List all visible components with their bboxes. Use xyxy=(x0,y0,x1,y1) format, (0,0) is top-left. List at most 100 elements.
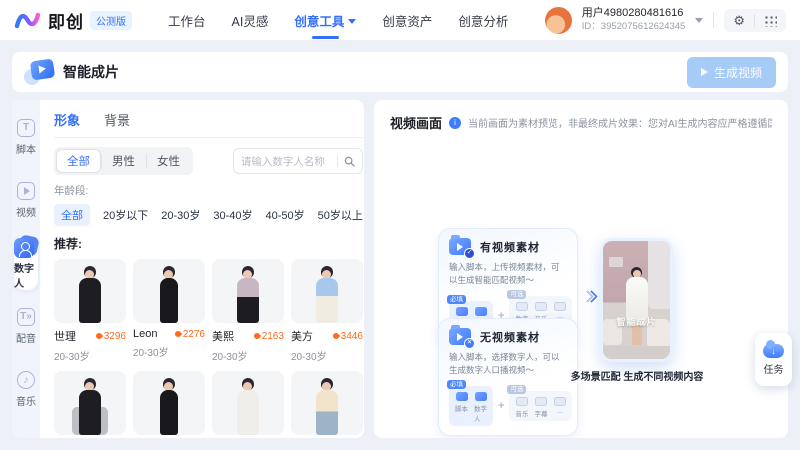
avatar-age: 20-30岁 xyxy=(291,348,363,363)
avatar-card[interactable]: 宁烟2903 20-30岁 xyxy=(291,371,363,438)
digital-human-panel: 形象 背景 全部 男性 女性 请输入数字人名称 年龄段: xyxy=(40,100,364,438)
music-icon: ♪ xyxy=(17,371,35,389)
tab-appearance[interactable]: 形象 xyxy=(54,110,80,129)
sidebar-item-voiceover[interactable]: T» 配音 xyxy=(12,299,40,353)
user-info[interactable]: 用户4980280481616 ID：3952075612624345 xyxy=(582,7,686,33)
beta-badge: 公测版 xyxy=(90,11,132,30)
age-all[interactable]: 全部 xyxy=(54,204,90,226)
without-video-desc: 输入脚本，选择数字人，可以生成数字人口播视频～ xyxy=(449,351,567,377)
script-mini-icon: 脚本 xyxy=(455,392,468,423)
avatar-image xyxy=(291,259,363,323)
optional-tag: 可选 xyxy=(507,385,526,395)
avatar-name: Leon xyxy=(133,328,157,340)
avatar-image xyxy=(212,371,284,435)
page-title: 智能成片 xyxy=(63,62,119,82)
video-folder-icon xyxy=(449,328,471,345)
smart-video-icon xyxy=(24,58,54,86)
video-preview-phone: 智能成片 xyxy=(600,238,673,362)
sidebar-item-video[interactable]: 视频 xyxy=(12,173,40,227)
age-20-30[interactable]: 20-30岁 xyxy=(161,207,200,223)
tab-background[interactable]: 背景 xyxy=(104,110,130,129)
utility-buttons: ⚙ xyxy=(724,9,786,32)
avatar-card[interactable]: 美蔓4475 20-30岁 xyxy=(212,371,284,438)
avatar-card[interactable]: 美方 3446 20-30岁 xyxy=(291,259,363,363)
gender-all[interactable]: 全部 xyxy=(56,149,101,173)
plus-icon: + xyxy=(498,400,504,412)
avatar-hot-count: 3446 xyxy=(333,331,363,342)
without-video-inputs: 必填 脚本 数字人 + 可选 音乐 字幕 … xyxy=(449,386,567,426)
sidebar-item-script[interactable]: T 脚本 xyxy=(12,110,40,164)
with-video-desc: 输入脚本，上传视频素材，可以生成智能匹配视频～ xyxy=(449,261,567,287)
apps-grid-icon[interactable] xyxy=(764,14,777,27)
avatar-age: 20-30岁 xyxy=(54,348,126,363)
flame-icon xyxy=(331,332,339,340)
nav-item-creative-assets[interactable]: 创意资产 xyxy=(382,0,432,42)
info-icon[interactable]: i xyxy=(449,117,461,129)
user-avatar[interactable] xyxy=(545,7,572,34)
avatar-hot-count: 2163 xyxy=(254,331,284,342)
cross-badge-icon xyxy=(464,338,475,349)
video-icon xyxy=(17,182,35,200)
compliance-notice: 当前画面为素材预览，非最终成片效果：您对AI生成内容应严格遵循国家相关法律法规的… xyxy=(468,115,772,130)
divider xyxy=(754,14,755,27)
avatar-card[interactable]: 世理 3296 20-30岁 xyxy=(54,259,126,363)
avatar-image xyxy=(133,371,205,435)
gender-filter: 全部 男性 女性 xyxy=(54,147,193,175)
video-watermark: 智能成片 xyxy=(603,315,670,328)
avatar-age: 20-30岁 xyxy=(133,344,205,359)
nav-item-ai-inspiration[interactable]: AI灵感 xyxy=(232,0,269,42)
nav-item-workbench[interactable]: 工作台 xyxy=(168,0,206,42)
nav-item-creative-analytics[interactable]: 创意分析 xyxy=(458,0,508,42)
sidebar-item-music[interactable]: ♪ 音乐 xyxy=(12,362,40,416)
with-video-title: 有视频素材 xyxy=(480,239,540,255)
avatar-image xyxy=(54,371,126,435)
task-label: 任务 xyxy=(764,361,784,376)
divider xyxy=(337,155,338,167)
search-icon[interactable] xyxy=(344,156,355,167)
main-nav: 工作台 AI灵感 创意工具 创意资产 创意分析 xyxy=(168,0,508,42)
task-float-button[interactable]: 任务 xyxy=(755,333,792,386)
gender-male[interactable]: 男性 xyxy=(101,149,146,173)
avatar-card[interactable]: 世菲7304 20-30岁 xyxy=(54,371,126,438)
chevron-down-icon xyxy=(348,19,356,24)
age-over-50[interactable]: 50岁以上 xyxy=(318,207,363,223)
logo[interactable]: 即创 公测版 xyxy=(14,8,132,33)
flame-icon xyxy=(94,332,102,340)
avatar-grid: 世理 3296 20-30岁 Leon2276 20-30岁 美熙2163 20-… xyxy=(54,259,363,438)
voiceover-icon: T» xyxy=(17,308,35,326)
digital-human-mini-icon: 数字人 xyxy=(474,392,487,423)
avatar-hot-count: 3296 xyxy=(96,331,126,342)
required-tag: 必填 xyxy=(447,295,466,305)
music-mini-icon: 音乐 xyxy=(515,397,528,418)
sidebar-item-digital-human[interactable]: 数字人 xyxy=(14,236,38,290)
logo-text: 即创 xyxy=(48,8,84,33)
digital-human-icon xyxy=(14,236,38,256)
required-tag: 必填 xyxy=(447,380,466,390)
gear-icon[interactable]: ⚙ xyxy=(733,14,745,27)
user-dropdown-caret-icon[interactable] xyxy=(695,18,703,23)
app-root: 即创 公测版 工作台 AI灵感 创意工具 创意资产 创意分析 用户4980280… xyxy=(0,0,800,450)
optional-tag: 可选 xyxy=(507,290,526,300)
filter-controls: 全部 男性 女性 请输入数字人名称 xyxy=(54,147,363,175)
video-preview-title: 视频画面 xyxy=(390,113,442,132)
generate-video-button[interactable]: 生成视频 xyxy=(687,57,776,88)
age-40-50[interactable]: 40-50岁 xyxy=(266,207,305,223)
avatar-name: 世理 xyxy=(54,328,76,344)
search-input[interactable]: 请输入数字人名称 xyxy=(233,148,363,174)
avatar-image xyxy=(291,371,363,435)
nav-item-creative-tools[interactable]: 创意工具 xyxy=(294,0,356,42)
age-30-40[interactable]: 30-40岁 xyxy=(213,207,252,223)
age-under-20[interactable]: 20岁以下 xyxy=(103,207,148,223)
avatar-card[interactable]: Leon2276 20-30岁 xyxy=(133,259,205,363)
video-preview-header: 视频画面 i 当前画面为素材预览，非最终成片效果：您对AI生成内容应严格遵循国家… xyxy=(374,100,788,142)
avatar-name: 美方 xyxy=(291,328,313,344)
gender-female[interactable]: 女性 xyxy=(146,149,191,173)
recommend-label: 推荐: xyxy=(54,235,363,252)
script-icon: T xyxy=(17,119,35,137)
divider xyxy=(713,12,714,28)
avatar-card[interactable]: 美熙2163 20-30岁 xyxy=(212,259,284,363)
flow-arrow-icon xyxy=(583,292,596,301)
more-mini-icon: … xyxy=(553,397,566,418)
avatar-card[interactable]: 才吉2322 20-30岁 xyxy=(133,371,205,438)
age-filter-label: 年龄段: xyxy=(54,183,363,198)
